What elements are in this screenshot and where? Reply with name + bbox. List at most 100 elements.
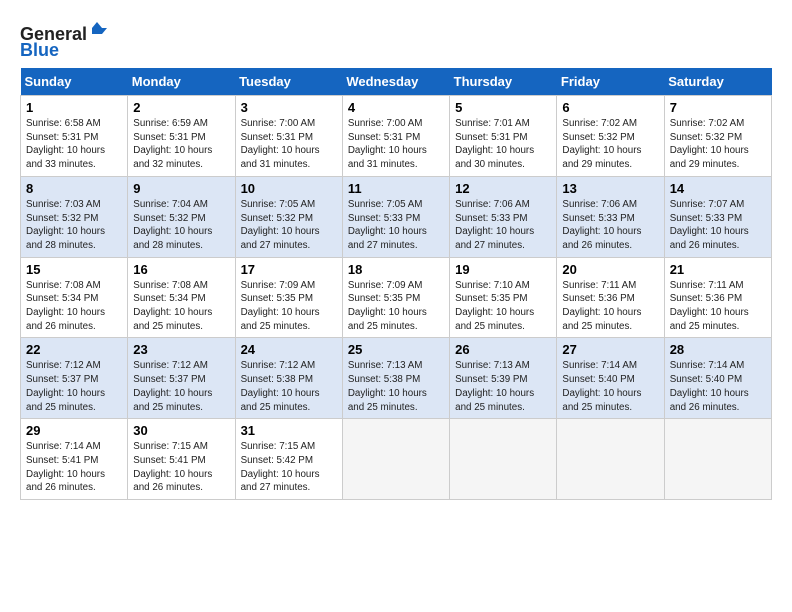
calendar-header-row: SundayMondayTuesdayWednesdayThursdayFrid… bbox=[21, 68, 772, 96]
calendar-cell: 31 Sunrise: 7:15 AM Sunset: 5:42 PM Dayli… bbox=[235, 419, 342, 500]
calendar-cell: 16 Sunrise: 7:08 AM Sunset: 5:34 PM Dayli… bbox=[128, 257, 235, 338]
calendar-cell: 1 Sunrise: 6:58 AM Sunset: 5:31 PM Daylig… bbox=[21, 96, 128, 177]
calendar-cell: 27 Sunrise: 7:14 AM Sunset: 5:40 PM Dayli… bbox=[557, 338, 664, 419]
calendar-cell: 8Sunrise: 7:03 AM Sunset: 5:32 PM Daylig… bbox=[21, 176, 128, 257]
day-info: Sunrise: 7:02 AM Sunset: 5:32 PM Dayligh… bbox=[670, 117, 766, 172]
day-number: 28 bbox=[670, 342, 766, 357]
day-number: 25 bbox=[348, 342, 444, 357]
day-info: Sunrise: 6:58 AM Sunset: 5:31 PM Dayligh… bbox=[26, 117, 122, 172]
calendar-cell: 19 Sunrise: 7:10 AM Sunset: 5:35 PM Dayli… bbox=[450, 257, 557, 338]
column-header-tuesday: Tuesday bbox=[235, 68, 342, 96]
column-header-saturday: Saturday bbox=[664, 68, 771, 96]
day-info: Sunrise: 7:06 AM Sunset: 5:33 PM Dayligh… bbox=[562, 198, 658, 253]
calendar-cell: 12 Sunrise: 7:06 AM Sunset: 5:33 PM Dayli… bbox=[450, 176, 557, 257]
calendar-cell: 9 Sunrise: 7:04 AM Sunset: 5:32 PM Daylig… bbox=[128, 176, 235, 257]
calendar-cell: 17 Sunrise: 7:09 AM Sunset: 5:35 PM Dayli… bbox=[235, 257, 342, 338]
calendar-cell: 15 Sunrise: 7:08 AM Sunset: 5:34 PM Dayli… bbox=[21, 257, 128, 338]
day-number: 26 bbox=[455, 342, 551, 357]
day-info: Sunrise: 7:08 AM Sunset: 5:34 PM Dayligh… bbox=[133, 279, 229, 334]
calendar-cell bbox=[664, 419, 771, 500]
day-info: Sunrise: 7:00 AM Sunset: 5:31 PM Dayligh… bbox=[348, 117, 444, 172]
column-header-friday: Friday bbox=[557, 68, 664, 96]
day-info: Sunrise: 7:15 AM Sunset: 5:42 PM Dayligh… bbox=[241, 440, 337, 495]
day-number: 14 bbox=[670, 181, 766, 196]
day-info: Sunrise: 7:14 AM Sunset: 5:40 PM Dayligh… bbox=[562, 359, 658, 414]
calendar-cell: 20 Sunrise: 7:11 AM Sunset: 5:36 PM Dayli… bbox=[557, 257, 664, 338]
day-info: Sunrise: 7:12 AM Sunset: 5:38 PM Dayligh… bbox=[241, 359, 337, 414]
svg-text:Blue: Blue bbox=[20, 40, 59, 58]
day-info: Sunrise: 7:04 AM Sunset: 5:32 PM Dayligh… bbox=[133, 198, 229, 253]
day-number: 3 bbox=[241, 100, 337, 115]
calendar-cell: 26 Sunrise: 7:13 AM Sunset: 5:39 PM Dayli… bbox=[450, 338, 557, 419]
day-info: Sunrise: 7:15 AM Sunset: 5:41 PM Dayligh… bbox=[133, 440, 229, 495]
day-number: 8 bbox=[26, 181, 122, 196]
calendar-cell: 21Sunrise: 7:11 AM Sunset: 5:36 PM Dayli… bbox=[664, 257, 771, 338]
day-number: 10 bbox=[241, 181, 337, 196]
day-info: Sunrise: 7:13 AM Sunset: 5:39 PM Dayligh… bbox=[455, 359, 551, 414]
day-number: 11 bbox=[348, 181, 444, 196]
column-header-thursday: Thursday bbox=[450, 68, 557, 96]
day-number: 1 bbox=[26, 100, 122, 115]
calendar-cell: 14 Sunrise: 7:07 AM Sunset: 5:33 PM Dayli… bbox=[664, 176, 771, 257]
day-number: 21 bbox=[670, 262, 766, 277]
calendar-cell: 18 Sunrise: 7:09 AM Sunset: 5:35 PM Dayli… bbox=[342, 257, 449, 338]
day-number: 6 bbox=[562, 100, 658, 115]
day-number: 18 bbox=[348, 262, 444, 277]
calendar-cell bbox=[450, 419, 557, 500]
day-info: Sunrise: 7:06 AM Sunset: 5:33 PM Dayligh… bbox=[455, 198, 551, 253]
day-number: 29 bbox=[26, 423, 122, 438]
day-info: Sunrise: 7:10 AM Sunset: 5:35 PM Dayligh… bbox=[455, 279, 551, 334]
day-info: Sunrise: 7:09 AM Sunset: 5:35 PM Dayligh… bbox=[241, 279, 337, 334]
day-number: 24 bbox=[241, 342, 337, 357]
calendar-week-4: 22 Sunrise: 7:12 AM Sunset: 5:37 PM Dayli… bbox=[21, 338, 772, 419]
day-info: Sunrise: 7:12 AM Sunset: 5:37 PM Dayligh… bbox=[133, 359, 229, 414]
day-number: 22 bbox=[26, 342, 122, 357]
day-info: Sunrise: 7:08 AM Sunset: 5:34 PM Dayligh… bbox=[26, 279, 122, 334]
column-header-monday: Monday bbox=[128, 68, 235, 96]
calendar-week-3: 15 Sunrise: 7:08 AM Sunset: 5:34 PM Dayli… bbox=[21, 257, 772, 338]
day-number: 5 bbox=[455, 100, 551, 115]
day-info: Sunrise: 7:12 AM Sunset: 5:37 PM Dayligh… bbox=[26, 359, 122, 414]
calendar-cell: 4Sunrise: 7:00 AM Sunset: 5:31 PM Daylig… bbox=[342, 96, 449, 177]
day-number: 17 bbox=[241, 262, 337, 277]
calendar-cell bbox=[557, 419, 664, 500]
calendar-cell: 24 Sunrise: 7:12 AM Sunset: 5:38 PM Dayli… bbox=[235, 338, 342, 419]
calendar-cell: 5 Sunrise: 7:01 AM Sunset: 5:31 PM Daylig… bbox=[450, 96, 557, 177]
calendar-cell: 22 Sunrise: 7:12 AM Sunset: 5:37 PM Dayli… bbox=[21, 338, 128, 419]
day-info: Sunrise: 7:14 AM Sunset: 5:40 PM Dayligh… bbox=[670, 359, 766, 414]
calendar-week-2: 8Sunrise: 7:03 AM Sunset: 5:32 PM Daylig… bbox=[21, 176, 772, 257]
page-header: General Blue bbox=[20, 20, 772, 58]
calendar-cell: 7 Sunrise: 7:02 AM Sunset: 5:32 PM Daylig… bbox=[664, 96, 771, 177]
day-info: Sunrise: 7:09 AM Sunset: 5:35 PM Dayligh… bbox=[348, 279, 444, 334]
day-info: Sunrise: 7:05 AM Sunset: 5:32 PM Dayligh… bbox=[241, 198, 337, 253]
day-number: 13 bbox=[562, 181, 658, 196]
calendar-cell: 6Sunrise: 7:02 AM Sunset: 5:32 PM Daylig… bbox=[557, 96, 664, 177]
day-number: 12 bbox=[455, 181, 551, 196]
day-number: 31 bbox=[241, 423, 337, 438]
day-info: Sunrise: 6:59 AM Sunset: 5:31 PM Dayligh… bbox=[133, 117, 229, 172]
calendar-cell bbox=[342, 419, 449, 500]
day-info: Sunrise: 7:01 AM Sunset: 5:31 PM Dayligh… bbox=[455, 117, 551, 172]
column-header-wednesday: Wednesday bbox=[342, 68, 449, 96]
calendar-cell: 11 Sunrise: 7:05 AM Sunset: 5:33 PM Dayli… bbox=[342, 176, 449, 257]
calendar-week-1: 1 Sunrise: 6:58 AM Sunset: 5:31 PM Daylig… bbox=[21, 96, 772, 177]
day-number: 27 bbox=[562, 342, 658, 357]
calendar-cell: 28 Sunrise: 7:14 AM Sunset: 5:40 PM Dayli… bbox=[664, 338, 771, 419]
calendar-table: SundayMondayTuesdayWednesdayThursdayFrid… bbox=[20, 68, 772, 500]
day-info: Sunrise: 7:11 AM Sunset: 5:36 PM Dayligh… bbox=[562, 279, 658, 334]
day-info: Sunrise: 7:13 AM Sunset: 5:38 PM Dayligh… bbox=[348, 359, 444, 414]
day-number: 20 bbox=[562, 262, 658, 277]
calendar-cell: 29Sunrise: 7:14 AM Sunset: 5:41 PM Dayli… bbox=[21, 419, 128, 500]
calendar-cell: 13 Sunrise: 7:06 AM Sunset: 5:33 PM Dayli… bbox=[557, 176, 664, 257]
day-info: Sunrise: 7:05 AM Sunset: 5:33 PM Dayligh… bbox=[348, 198, 444, 253]
day-info: Sunrise: 7:07 AM Sunset: 5:33 PM Dayligh… bbox=[670, 198, 766, 253]
day-number: 16 bbox=[133, 262, 229, 277]
day-number: 19 bbox=[455, 262, 551, 277]
day-number: 7 bbox=[670, 100, 766, 115]
day-number: 2 bbox=[133, 100, 229, 115]
logo: General Blue bbox=[20, 20, 110, 58]
calendar-cell: 25 Sunrise: 7:13 AM Sunset: 5:38 PM Dayli… bbox=[342, 338, 449, 419]
day-number: 15 bbox=[26, 262, 122, 277]
day-number: 9 bbox=[133, 181, 229, 196]
calendar-cell: 30Sunrise: 7:15 AM Sunset: 5:41 PM Dayli… bbox=[128, 419, 235, 500]
